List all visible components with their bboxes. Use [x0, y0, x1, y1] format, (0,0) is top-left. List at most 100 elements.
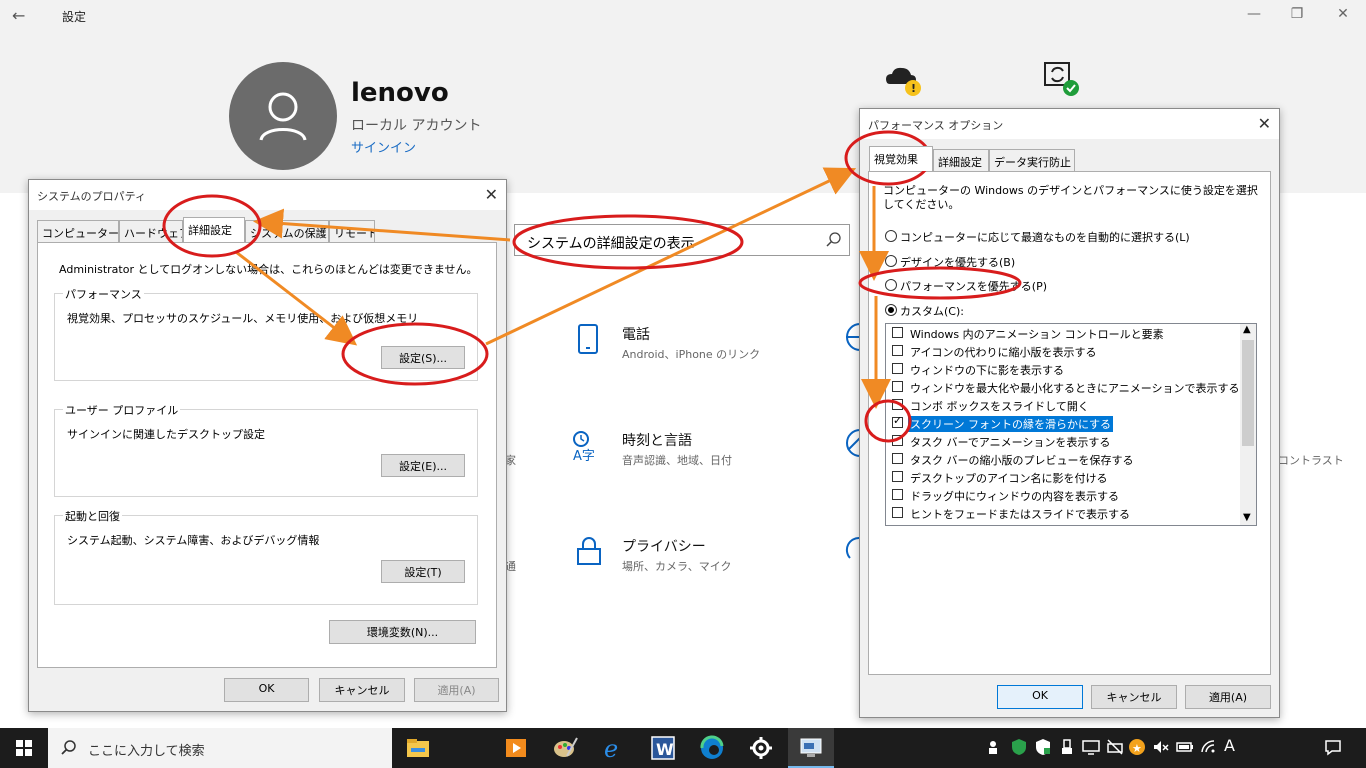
tile-subtitle: 場所、カメラ、マイク [622, 560, 732, 573]
update-security-icon[interactable] [842, 534, 860, 564]
checkbox[interactable] [892, 453, 903, 464]
notification-icon[interactable] [1324, 738, 1342, 756]
minimize-button[interactable]: — [1244, 6, 1264, 26]
people-tray-icon[interactable] [984, 738, 1002, 756]
system-properties-dialog: システムのプロパティ ✕ コンピューター名 ハードウェア 詳細設定 システムの保… [28, 179, 507, 712]
performance-settings-button[interactable]: 設定(S)... [381, 346, 465, 369]
group-description: 視覚効果、プロセッサのスケジュール、メモリ使用、および仮想メモリ [67, 312, 419, 325]
ime-mode-indicator[interactable]: A [1224, 736, 1242, 755]
radio-auto[interactable] [885, 230, 897, 242]
scroll-thumb[interactable] [1242, 340, 1254, 446]
dialog-title: パフォーマンス オプション [868, 119, 1004, 132]
signin-link[interactable]: サインイン [351, 137, 416, 156]
media-player-icon[interactable] [502, 734, 530, 762]
radio-custom[interactable] [885, 304, 897, 316]
visual-effects-list[interactable]: Windows 内のアニメーション コントロールと要素 アイコンの代わりに縮小版… [885, 323, 1257, 526]
back-arrow-icon[interactable]: ← [12, 6, 36, 26]
checkbox[interactable] [892, 399, 903, 410]
cancel-button[interactable]: キャンセル [319, 678, 405, 702]
edge-icon[interactable] [698, 734, 726, 762]
cancel-button[interactable]: キャンセル [1091, 685, 1177, 709]
tab-strip: 視覚効果 詳細設定 データ実行防止 [869, 146, 1169, 171]
dialog-titlebar: システムのプロパティ ✕ [29, 180, 506, 210]
checkbox[interactable] [892, 507, 903, 518]
close-icon[interactable]: ✕ [485, 185, 498, 204]
startup-recovery-settings-button[interactable]: 設定(T) [381, 560, 465, 583]
internet-explorer-icon[interactable]: e [600, 734, 628, 763]
usb-icon[interactable] [1058, 738, 1076, 756]
tab-dep[interactable]: データ実行防止 [989, 149, 1075, 171]
windows-logo-icon [16, 740, 32, 756]
time-language-icon: A字 [573, 431, 595, 462]
network-disconnected-icon[interactable] [1106, 738, 1124, 756]
tab-remote[interactable]: リモート [329, 220, 375, 242]
visual-effects-panel: コンピューターの Windows のデザインとパフォーマンスに使う設定を選択して… [868, 171, 1271, 675]
checkbox[interactable] [892, 435, 903, 446]
tile-privacy[interactable]: プライバシー 場所、カメラ、マイク [576, 536, 796, 576]
apply-button[interactable]: 適用(A) [1185, 685, 1271, 709]
radio-performance[interactable] [885, 279, 897, 291]
avatar [229, 62, 337, 170]
tile-subtitle: 音声認識、地域、日付 [622, 454, 732, 467]
search-icon[interactable] [825, 231, 843, 249]
onedrive-warning-icon[interactable]: ! [884, 64, 924, 101]
windows-update-icon[interactable] [1042, 60, 1084, 101]
system-properties-taskbar-icon[interactable] [788, 728, 834, 768]
tile-phone[interactable]: 電話 Android、iPhone のリンク [576, 324, 796, 364]
checkbox[interactable] [892, 345, 903, 356]
tab-visual-effects[interactable]: 視覚効果 [869, 146, 933, 171]
checkbox[interactable] [892, 489, 903, 500]
checkbox[interactable] [892, 363, 903, 374]
dialog-title: システムのプロパティ [37, 190, 147, 203]
checkbox[interactable] [892, 381, 903, 392]
admin-note: Administrator としてログオンしない場合は、これらのほとんどは変更で… [59, 263, 478, 276]
performance-group: パフォーマンス 視覚効果、プロセッサのスケジュール、メモリ使用、および仮想メモリ… [54, 286, 478, 381]
radio-label: パフォーマンスを優先する(P) [900, 280, 1047, 293]
globe-icon[interactable] [842, 322, 860, 352]
file-explorer-icon[interactable] [404, 734, 432, 762]
start-button[interactable] [0, 728, 48, 768]
tab-computer-name[interactable]: コンピューター名 [37, 220, 119, 242]
tab-advanced[interactable]: 詳細設定 [933, 149, 989, 171]
dialog-titlebar: パフォーマンス オプション ✕ [860, 109, 1279, 139]
tile-title: 時刻と言語 [622, 433, 692, 449]
svg-text:★: ★ [1132, 742, 1142, 755]
battery-icon[interactable] [1176, 738, 1194, 756]
environment-variables-button[interactable]: 環境変数(N)... [329, 620, 476, 644]
star-badge-icon[interactable]: ★ [1128, 738, 1146, 756]
radio-label: コンピューターに応じて最適なものを自動的に選択する(L) [900, 231, 1190, 244]
tab-hardware[interactable]: ハードウェア [119, 220, 183, 242]
word-icon[interactable]: W [649, 734, 677, 762]
settings-search-input[interactable]: システムの詳細設定の表示 [514, 224, 850, 256]
tab-advanced[interactable]: 詳細設定 [183, 217, 245, 242]
maximize-button[interactable]: ❐ [1287, 6, 1307, 26]
startup-recovery-group: 起動と回復 システム起動、システム障害、およびデバッグ情報 設定(T) [54, 508, 478, 605]
taskbar-search[interactable]: ここに入力して検索 [48, 728, 392, 768]
tab-system-protection[interactable]: システムの保護 [245, 220, 329, 242]
display-icon[interactable] [1082, 738, 1100, 756]
wifi-icon[interactable] [1200, 738, 1218, 756]
checkbox[interactable] [892, 471, 903, 482]
settings-gear-icon[interactable] [747, 734, 775, 762]
apply-button[interactable]: 適用(A) [414, 678, 499, 702]
checkbox-checked[interactable] [892, 414, 903, 428]
close-button[interactable]: ✕ [1333, 6, 1353, 26]
security-shield-icon[interactable] [1010, 738, 1028, 756]
checkbox[interactable] [892, 327, 903, 338]
search-placeholder: ここに入力して検索 [88, 744, 205, 759]
paint-icon[interactable] [551, 734, 579, 762]
ease-of-access-icon[interactable] [842, 428, 860, 458]
volume-muted-icon[interactable] [1152, 738, 1170, 756]
tile-time-language[interactable]: A字 時刻と言語 音声認識、地域、日付 [572, 430, 792, 470]
scroll-up-icon[interactable]: ▲ [1243, 324, 1251, 335]
defender-icon[interactable] [1034, 738, 1052, 756]
radio-appearance[interactable] [885, 255, 897, 267]
lock-icon [577, 537, 601, 565]
scroll-down-icon[interactable]: ▼ [1243, 512, 1251, 523]
user-profile-settings-button[interactable]: 設定(E)... [381, 454, 465, 477]
group-description: システム起動、システム障害、およびデバッグ情報 [67, 534, 320, 547]
ok-button[interactable]: OK [224, 678, 309, 702]
scrollbar[interactable]: ▲ ▼ [1240, 324, 1256, 525]
close-icon[interactable]: ✕ [1258, 114, 1271, 133]
ok-button[interactable]: OK [997, 685, 1083, 709]
